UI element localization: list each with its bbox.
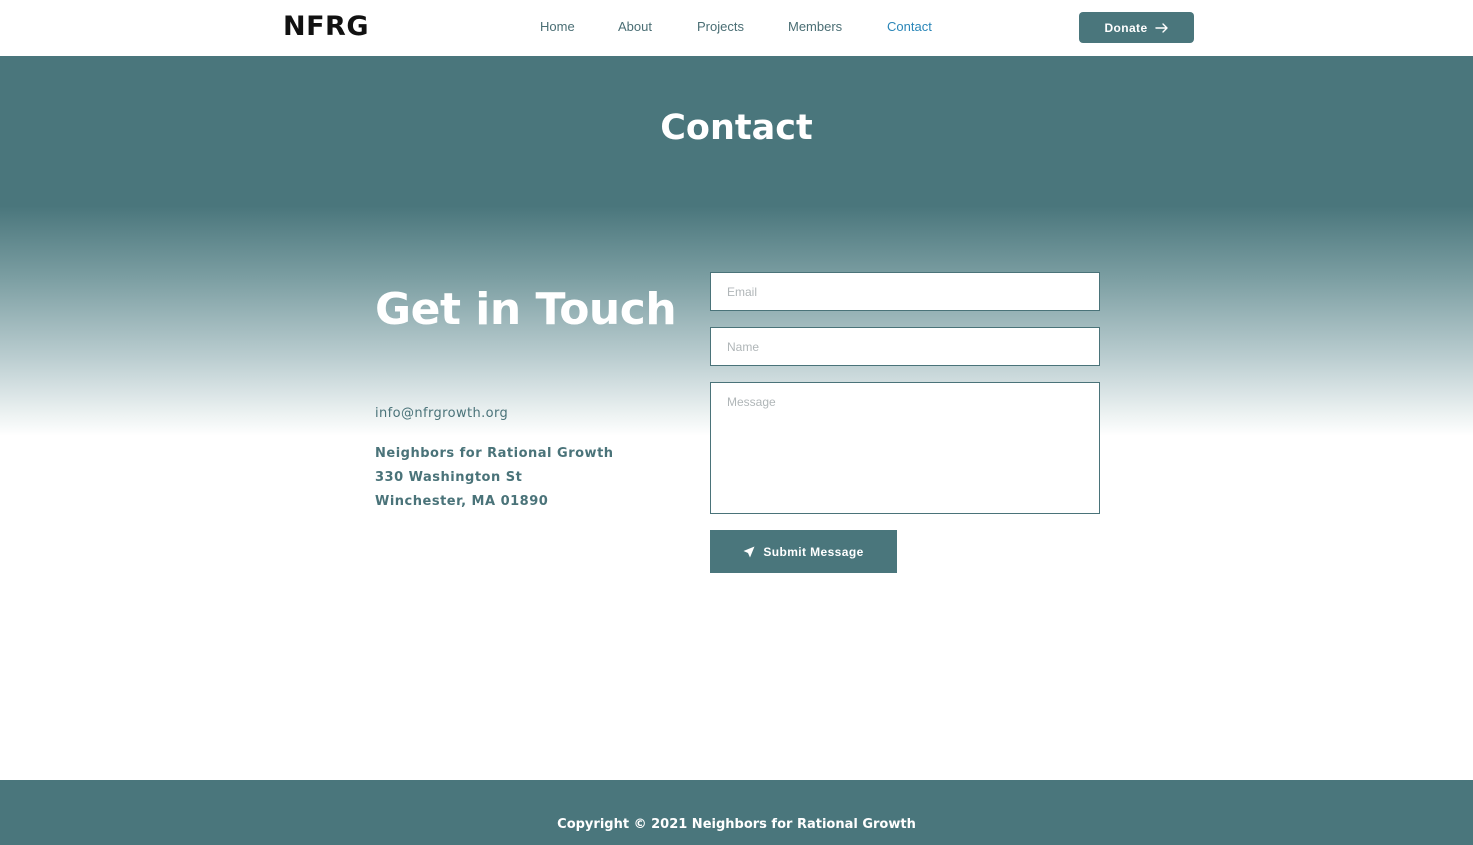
contact-section: Contact Get in Touch info@nfrgrowth.org … xyxy=(0,56,1473,780)
site-footer: Copyright © 2021 Neighbors for Rational … xyxy=(0,780,1473,845)
nav-about[interactable]: About xyxy=(618,19,652,34)
nav-contact[interactable]: Contact xyxy=(887,19,932,34)
nav-home[interactable]: Home xyxy=(540,19,575,34)
message-field[interactable] xyxy=(710,382,1100,514)
donate-button[interactable]: Donate xyxy=(1079,12,1194,43)
arrow-right-icon xyxy=(1154,22,1168,33)
main-nav: Home About Projects Members Contact xyxy=(0,19,1473,39)
nav-members[interactable]: Members xyxy=(788,19,842,34)
page-title: Contact xyxy=(660,108,813,148)
address-city: Winchester, MA 01890 xyxy=(375,494,549,509)
address-org: Neighbors for Rational Growth xyxy=(375,446,614,461)
paper-plane-icon xyxy=(743,546,755,557)
name-field[interactable] xyxy=(710,327,1100,366)
email-field[interactable] xyxy=(710,272,1100,311)
address-street: 330 Washington St xyxy=(375,470,523,485)
submit-message-button[interactable]: Submit Message xyxy=(710,530,897,573)
copyright-text: Copyright © 2021 Neighbors for Rational … xyxy=(557,817,916,832)
nav-projects[interactable]: Projects xyxy=(697,19,744,34)
site-header: NFRG Home About Projects Members Contact… xyxy=(0,0,1473,56)
get-in-touch-heading: Get in Touch xyxy=(375,284,677,335)
submit-label: Submit Message xyxy=(763,544,864,559)
contact-address: Neighbors for Rational Growth 330 Washin… xyxy=(375,442,614,514)
donate-label: Donate xyxy=(1104,20,1148,35)
contact-email[interactable]: info@nfrgrowth.org xyxy=(375,406,508,421)
